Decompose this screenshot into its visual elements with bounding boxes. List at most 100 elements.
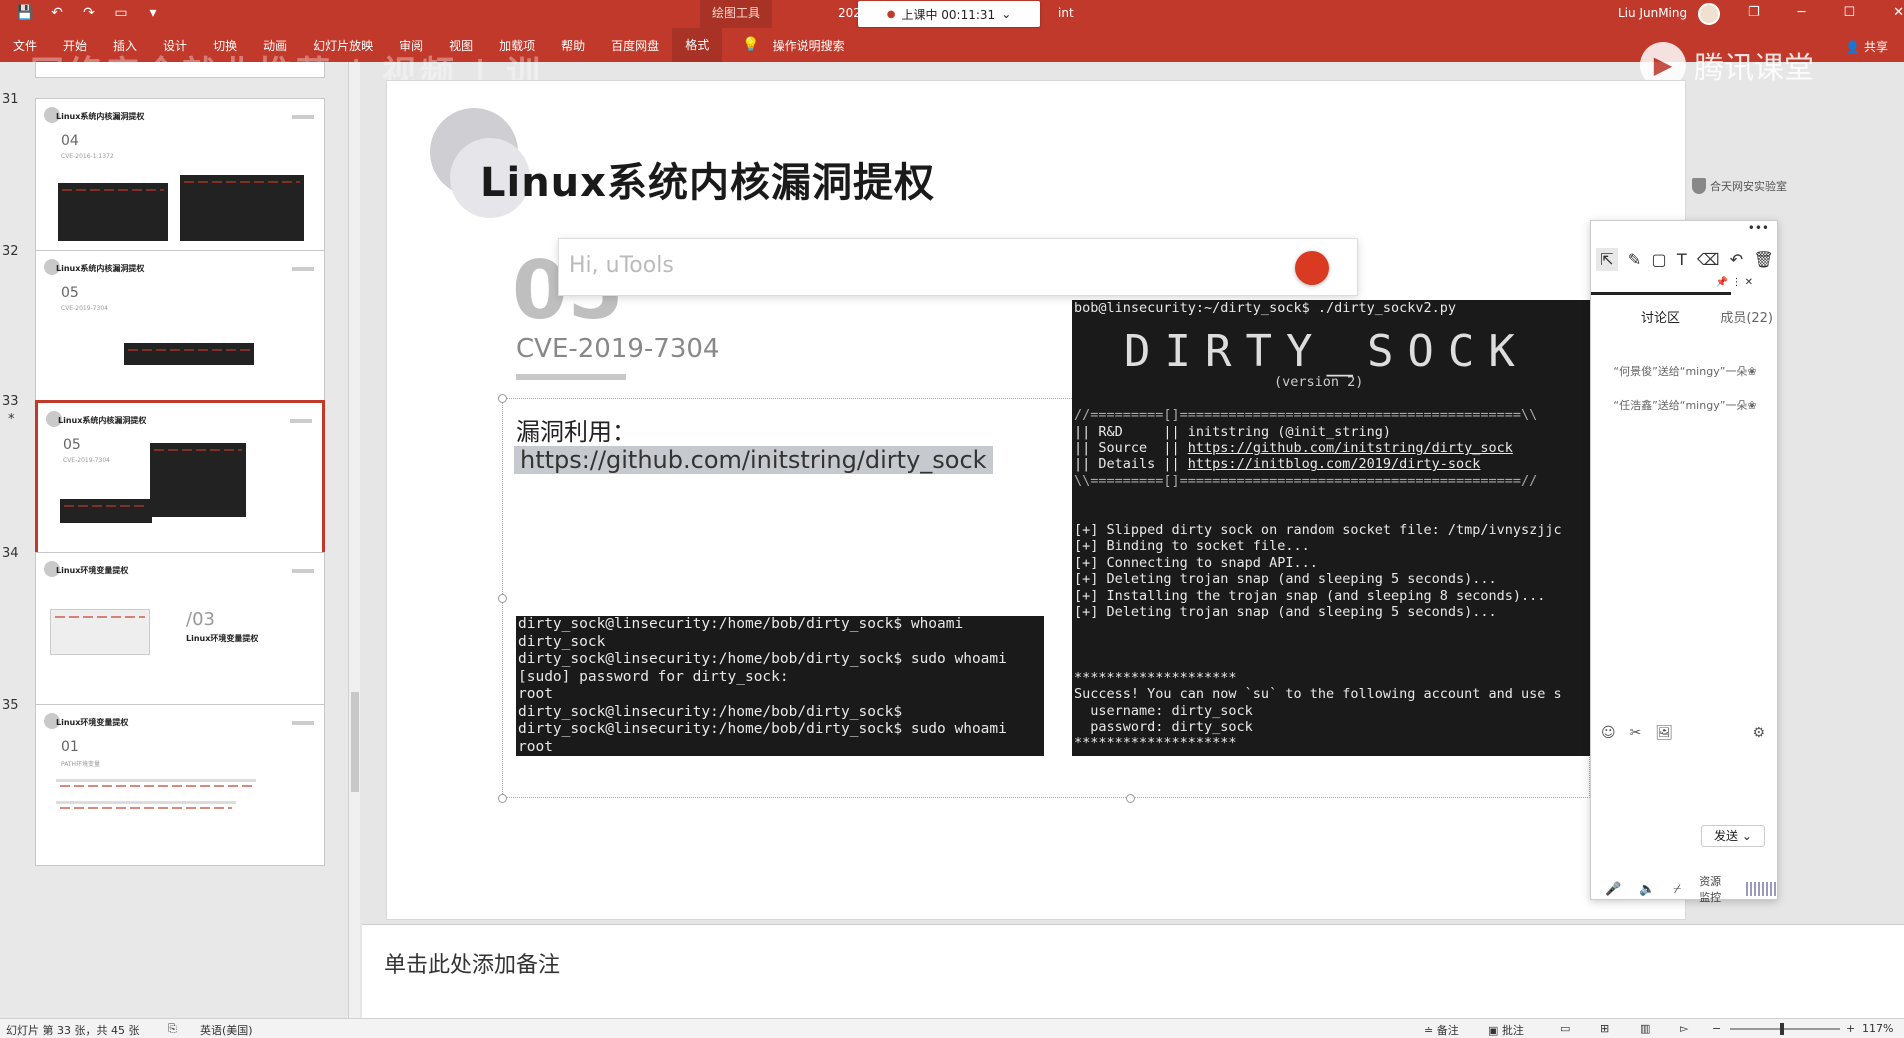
present-icon[interactable]: ▭ [112,5,130,21]
thumb-number: 05 [61,285,79,301]
notes-pane[interactable]: 单击此处添加备注 [362,924,1904,1018]
terminal-line: dirty_sock@linsecurity:/home/bob/dirty_s… [518,721,1007,737]
tab-discussion[interactable]: 讨论区 [1641,307,1680,326]
chevron-down-icon[interactable]: ⌄ [1742,829,1752,843]
credential-line: username: dirty_sock [1074,702,1253,719]
slide-number: 31 [2,92,19,107]
slide-number: 32 [2,244,19,259]
avatar[interactable] [1698,3,1720,25]
thumb-line [56,779,256,787]
cve-id[interactable]: CVE-2019-7304 [516,334,719,364]
resize-handle[interactable] [498,394,507,403]
thumb-terminal [60,499,152,523]
resize-handle[interactable] [1126,794,1135,803]
notes-placeholder[interactable]: 单击此处添加备注 [384,947,560,979]
utools-input-placeholder[interactable]: Hi, uTools [569,253,674,278]
ribbon-tab[interactable]: 百度网盘 [598,37,672,54]
slide-thumbnail[interactable]: Linux环境变量提权/03 Linux环境变量提权 [35,552,325,714]
tab-members[interactable]: 成员(22) [1720,307,1773,326]
slideshow-icon[interactable]: ▻ [1680,1022,1688,1035]
slide-number: 35 [2,698,19,713]
thumb-logo [292,115,314,119]
tab-underline [1591,292,1731,295]
exploit-link[interactable]: https://github.com/initstring/dirty_sock [514,446,993,474]
thumb-subtitle: Linux环境变量提权 [186,634,259,643]
terminal-line: dirty_sock@linsecurity:/home/bob/dirty_s… [518,651,1007,667]
brand-label: 合天网安实验室 [1710,180,1787,193]
microphone-icon[interactable]: 🎤 [1605,882,1621,897]
rectangle-icon[interactable]: ▢ [1651,250,1666,269]
chat-message: “何景俊”送给“mingy”一朵❀ [1613,365,1757,378]
text-icon[interactable]: T [1677,250,1687,269]
resource-monitor-label[interactable]: 资源监控 [1699,873,1728,905]
trash-icon[interactable]: 🗑 [1753,250,1773,269]
slide-thumbnail[interactable]: Linux系统内核漏洞提权 05 CVE-2019-7304 [35,400,325,562]
exploit-label[interactable]: 漏洞利用： [516,412,636,447]
annotation-toolbar: ⇱ ✎ ▢ T ⌫ ↶ 🗑 [1591,231,1779,271]
terminal-log-line: [+] Deleting trojan snap (and sleeping 5… [1074,604,1497,621]
slide-title[interactable]: Linux系统内核漏洞提权 [480,150,935,208]
reading-view-icon[interactable]: ▥ [1640,1022,1650,1035]
emoji-icon[interactable]: ☺ [1601,725,1616,741]
notes-toggle[interactable]: ≐ 备注 [1424,1022,1459,1038]
slide-sorter-icon[interactable]: ⊞ [1600,1022,1609,1035]
notes-toggle-label: 备注 [1436,1024,1459,1037]
send-button[interactable]: 发送 ⌄ [1701,825,1765,847]
terminal-line: [sudo] password for dirty_sock: [518,668,789,685]
save-icon[interactable]: 💾 [16,5,34,21]
minimize-icon[interactable]: ─ [1798,5,1806,20]
speaker-icon[interactable]: 🔈 [1639,882,1655,897]
ribbon-tab[interactable]: 帮助 [548,37,598,54]
undo-icon[interactable]: ↶ [48,5,66,21]
pointer-icon[interactable]: ⇱ [1596,247,1618,271]
ribbon-display-icon[interactable]: ❐ [1748,5,1760,20]
zoom-in-icon[interactable]: + [1846,1022,1855,1035]
comments-toggle[interactable]: ▣ 批注 [1488,1022,1524,1038]
zoom-out-icon[interactable]: − [1712,1022,1721,1035]
maximize-icon[interactable]: ☐ [1843,5,1855,20]
terminal-line: dirty_sock [518,633,606,650]
tell-me-search[interactable]: 操作说明搜索 [760,37,858,54]
eraser-icon[interactable]: ⌫ [1697,250,1720,269]
thumbnail-scrollbar[interactable] [348,62,360,1018]
slide-thumbnail[interactable]: Linux环境变量提权 01 PATH环境变量 [35,704,325,866]
chevron-down-icon[interactable]: ⌄ [1001,7,1011,21]
language-indicator[interactable]: 英语(美国) [200,1022,253,1038]
zoom-slider[interactable] [1730,1028,1840,1030]
share-button[interactable]: 👤 共享 [1845,38,1888,55]
close-icon[interactable]: ✕ [1893,5,1904,20]
image-icon[interactable]: 🖼 [1655,725,1673,741]
mute-icon[interactable]: ⌿ [1673,882,1681,897]
scrollbar-thumb[interactable] [351,692,359,792]
customize-icon[interactable]: ▾ [144,5,162,21]
pen-icon[interactable]: ✎ [1628,250,1641,269]
settings-icon[interactable]: ⚙ [1752,725,1765,741]
terminal-screenshot-left[interactable]: dirty_sock@linsecurity:/home/bob/dirty_s… [516,616,1044,756]
slide-thumbnail-pane[interactable]: 31 Linux系统内核漏洞提权 04 CVE-2016-1.1372 32 Linux系… [0,62,348,1018]
normal-view-icon[interactable]: ▭ [1560,1022,1570,1035]
resize-handle[interactable] [498,594,507,603]
spellcheck-icon[interactable]: ⎘ [168,1022,177,1036]
tencent-label: 腾讯课堂 [1694,51,1814,86]
slide-thumbnail[interactable]: Linux系统内核漏洞提权 05 CVE-2019-7304 [35,250,325,412]
share-label: 共享 [1863,40,1888,54]
ribbon-tab[interactable]: 格式 [672,28,723,62]
zoom-slider-knob[interactable] [1780,1023,1784,1035]
slide-thumbnail[interactable]: Linux系统内核漏洞提权 04 CVE-2016-1.1372 [35,98,325,260]
slide-thumbnail-partial[interactable] [35,62,325,78]
redo-icon[interactable]: ↷ [80,5,98,21]
undo-icon[interactable]: ↶ [1730,250,1743,269]
resize-handle[interactable] [498,794,507,803]
user-name[interactable]: Liu JunMing [1618,6,1687,20]
info-value: https://initblog.com/2019/dirty-sock [1187,456,1481,473]
thumb-title: Linux系统内核漏洞提权 [56,112,145,121]
terminal-stars: ******************** [1074,669,1237,686]
scissors-icon[interactable]: ✂ [1630,725,1642,741]
class-timer[interactable]: ● 上课中 00:11:31 ⌄ [858,1,1040,27]
terminal-screenshot-right[interactable]: bob@linsecurity:~/dirty_sock$ ./dirty_so… [1072,300,1592,756]
utools-search-bar[interactable]: Hi, uTools [558,238,1358,296]
utools-logo-icon[interactable] [1295,251,1329,285]
zoom-level[interactable]: 117% [1862,1022,1893,1035]
pin-icon[interactable]: 📌 ⋮ ✕ [1716,277,1753,288]
